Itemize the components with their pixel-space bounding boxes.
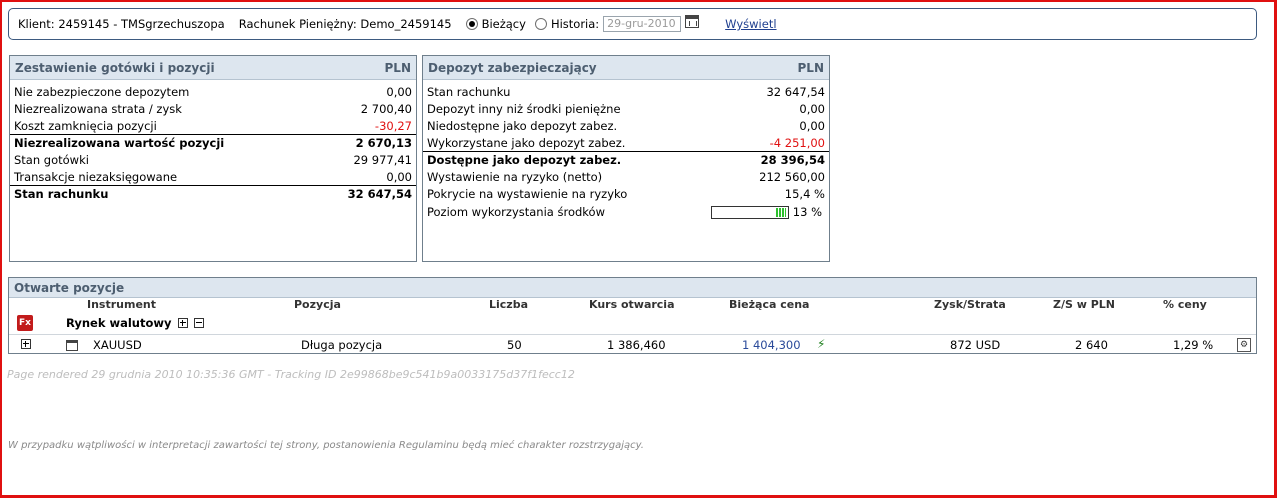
margin-row-account-balance: Stan rachunku 32 647,54	[427, 84, 825, 99]
summary-currency: PLN	[384, 60, 411, 75]
open-positions-panel: Otwarte pozycje Instrument Pozycja Liczb…	[8, 277, 1257, 354]
history-radio-group[interactable]: Historia:	[534, 17, 599, 31]
col-pnl[interactable]: Zysk/Strata	[934, 298, 1006, 311]
history-date-input[interactable]: 29-gru-2010	[603, 16, 682, 32]
col-pnl-pln[interactable]: Z/S w PLN	[1053, 298, 1115, 311]
history-radio-label[interactable]: Historia:	[551, 17, 599, 31]
margin-currency: PLN	[797, 60, 824, 75]
margin-title: Depozyt zabezpieczający	[428, 60, 597, 75]
show-link[interactable]: Wyświetl	[725, 17, 776, 31]
col-position[interactable]: Pozycja	[294, 298, 341, 311]
group-row-fx: Fx Rynek walutowy	[9, 312, 1256, 334]
margin-row-unavailable: Niedostępne jako depozyt zabez. 0,00	[427, 118, 825, 133]
summary-row-unbooked: Transakcje niezaksięgowane 0,00	[14, 169, 412, 184]
col-pct-price[interactable]: % ceny	[1163, 298, 1207, 311]
cell-quantity: 50	[507, 338, 522, 352]
table-row[interactable]: XAUUSD Długa pozycja 50 1 386,460 1 404,…	[9, 334, 1256, 354]
margin-row-utilization: Poziom wykorzystania środków 13 %	[427, 205, 822, 219]
summary-row-unrealized-pnl: Niezrealizowana strata / zysk 2 700,40	[14, 101, 412, 116]
summary-row-cash-balance: Stan gotówki 29 977,41	[14, 152, 412, 167]
current-radio-group[interactable]: Bieżący	[465, 17, 526, 31]
margin-row-non-cash: Depozyt inny niż środki pieniężne 0,00	[427, 101, 825, 116]
cell-pct-price: 1,29 %	[1173, 338, 1214, 352]
margin-panel-header: Depozyt zabezpieczający PLN	[423, 56, 829, 80]
margin-panel: Depozyt zabezpieczający PLN Stan rachunk…	[422, 55, 830, 262]
bolt-icon[interactable]: ⚡	[817, 337, 825, 351]
margin-row-available: Dostępne jako depozyt zabez. 28 396,54	[423, 151, 829, 168]
summary-row-unsecured: Nie zabezpieczone depozytem 0,00	[14, 84, 412, 99]
open-positions-header: Otwarte pozycje	[9, 278, 1256, 298]
client-label: Klient: 2459145 - TMSgrzechuszopa	[18, 17, 225, 31]
cell-current-price[interactable]: 1 404,300	[742, 338, 801, 352]
calendar-icon[interactable]	[66, 340, 78, 351]
utilization-value: 13 %	[792, 205, 822, 219]
utilization-progress-bar	[710, 206, 789, 219]
open-positions-title: Otwarte pozycje	[14, 280, 125, 295]
col-current-price[interactable]: Bieżąca cena	[729, 298, 809, 311]
summary-row-close-cost: Koszt zamknięcia pozycji -30,27	[14, 118, 412, 133]
account-selector-bar: Klient: 2459145 - TMSgrzechuszopa Rachun…	[8, 8, 1257, 40]
cell-instrument: XAUUSD	[93, 338, 142, 352]
cell-open-rate: 1 386,460	[607, 338, 666, 352]
margin-row-used: Wykorzystane jako depozyt zabez. -4 251,0…	[427, 135, 825, 150]
utilization-progress-fill	[775, 208, 786, 217]
margin-row-coverage: Pokrycie na wystawienie na ryzyko 15,4 %	[427, 186, 825, 201]
calendar-icon[interactable]	[685, 14, 700, 28]
settings-icon[interactable]: ⚙	[1237, 338, 1251, 352]
summary-row-account-balance: Stan rachunku 32 647,54	[10, 185, 416, 202]
collapse-group-icon[interactable]	[193, 318, 204, 328]
group-label: Rynek walutowy	[66, 316, 204, 330]
cell-pnl: 872 USD	[950, 338, 1001, 352]
cash-positions-summary-panel: Zestawienie gotówki i pozycji PLN Nie za…	[9, 55, 417, 262]
page-rendered-info: Page rendered 29 grudnia 2010 10:35:36 G…	[7, 368, 575, 381]
expand-row-icon[interactable]	[21, 339, 31, 349]
summary-row-unrealized-value: Niezrealizowana wartość pozycji 2 670,13	[10, 134, 416, 151]
col-open-rate[interactable]: Kurs otwarcia	[589, 298, 675, 311]
cell-pnl-pln: 2 640	[1075, 338, 1108, 352]
margin-row-exposure: Wystawienie na ryzyko (netto) 212 560,00	[427, 169, 825, 184]
current-radio[interactable]	[465, 18, 478, 30]
current-radio-label[interactable]: Bieżący	[482, 17, 526, 31]
positions-column-headers: Instrument Pozycja Liczba Kurs otwarcia …	[9, 298, 1256, 312]
disclaimer-text: W przypadku wątpliwości w interpretacji …	[8, 440, 644, 451]
fx-icon: Fx	[17, 315, 33, 331]
account-label: Rachunek Pieniężny: Demo_2459145	[238, 17, 452, 31]
cell-position: Długa pozycja	[301, 338, 383, 352]
history-radio[interactable]	[534, 18, 547, 30]
summary-title: Zestawienie gotówki i pozycji	[15, 60, 215, 75]
col-quantity[interactable]: Liczba	[489, 298, 528, 311]
col-instrument[interactable]: Instrument	[87, 298, 156, 311]
summary-panel-header: Zestawienie gotówki i pozycji PLN	[10, 56, 416, 80]
expand-group-icon[interactable]	[177, 318, 188, 328]
